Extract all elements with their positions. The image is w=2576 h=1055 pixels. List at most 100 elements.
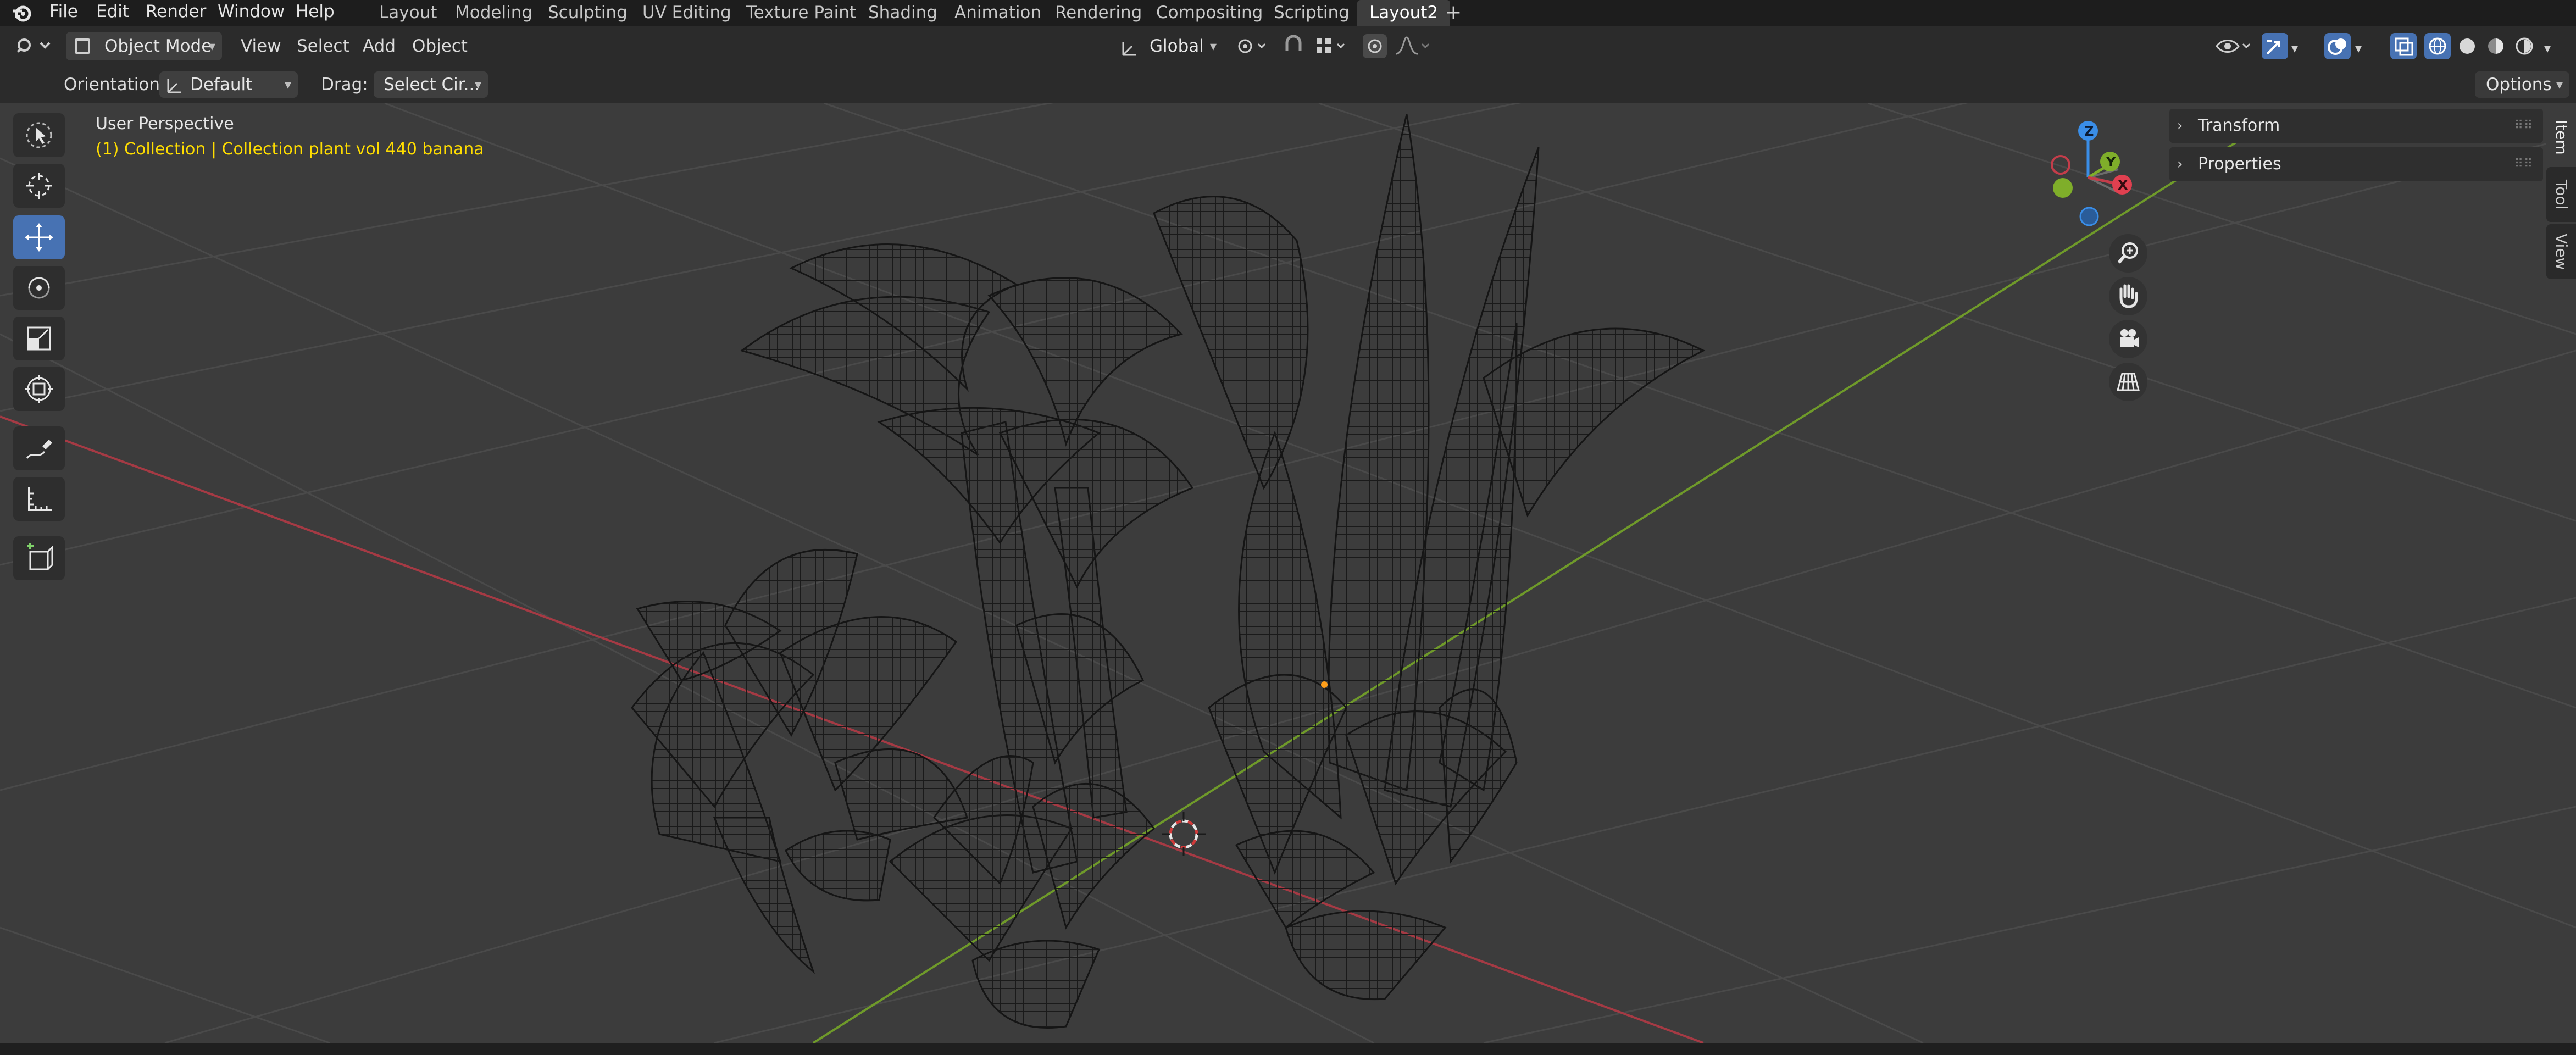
tab-item[interactable]: Item: [2546, 110, 2576, 165]
tab-compositing[interactable]: Compositing: [1156, 0, 1263, 26]
tab-layout[interactable]: Layout: [379, 0, 437, 26]
camera-icon: [2120, 329, 2139, 347]
plant-right[interactable]: [1153, 114, 1706, 1001]
measure-ruler-icon: [28, 487, 52, 511]
gizmo-neg-x-icon[interactable]: [2051, 155, 2070, 175]
shading-solid-icon[interactable]: [2454, 33, 2480, 59]
add-cube-icon: [27, 543, 53, 570]
rotate-tool-button[interactable]: [13, 266, 65, 310]
menu-window[interactable]: Window: [218, 0, 285, 23]
gizmo-y-label: Y: [2106, 154, 2116, 170]
mode-dropdown[interactable]: Object Mode ▾: [66, 32, 222, 60]
visibility-icon[interactable]: [2214, 34, 2253, 58]
zoom-button[interactable]: [2109, 234, 2147, 273]
overlays-dropdown-icon[interactable]: ▾: [2355, 41, 2362, 56]
tab-modeling[interactable]: Modeling: [455, 0, 532, 26]
tab-sculpting[interactable]: Sculpting: [548, 0, 628, 26]
menu-object[interactable]: Object: [412, 32, 468, 60]
snap-toggle-icon[interactable]: [1281, 34, 1306, 58]
gizmo-neg-z-icon[interactable]: [2079, 207, 2099, 226]
annotate-tool-button[interactable]: [13, 426, 65, 470]
scene-canvas[interactable]: [0, 103, 2576, 1043]
select-tool-button[interactable]: [13, 113, 65, 157]
gizmo-toggle-icon[interactable]: [2262, 33, 2288, 59]
tab-tool[interactable]: Tool: [2546, 167, 2576, 222]
collection-info-label: (1) Collection | Collection plant vol 44…: [96, 140, 484, 159]
drag-handle-icon[interactable]: ⠿⠿: [2514, 109, 2533, 143]
menu-view[interactable]: View: [241, 32, 281, 60]
tab-layout2[interactable]: Layout2: [1357, 0, 1451, 26]
properties-panel-header[interactable]: › Properties ⠿⠿: [2169, 147, 2543, 181]
3d-viewport[interactable]: User Perspective (1) Collection | Collec…: [0, 103, 2576, 1043]
menu-edit[interactable]: Edit: [96, 0, 129, 23]
editor-type-button[interactable]: [12, 33, 56, 60]
shading-material-icon[interactable]: [2483, 33, 2509, 59]
falloff-icon[interactable]: [1394, 34, 1432, 58]
pan-hand-icon: [2119, 284, 2138, 308]
scale-tool-button[interactable]: [13, 316, 65, 360]
object-mode-icon: [75, 38, 90, 54]
proportional-edit-icon[interactable]: [1363, 34, 1387, 58]
chevron-down-icon: ▾: [284, 77, 291, 92]
shading-dropdown-icon[interactable]: ▾: [2544, 41, 2551, 56]
gizmo-z-label: Z: [2084, 124, 2094, 139]
measure-tool-button[interactable]: [13, 477, 65, 521]
xray-toggle-icon[interactable]: [2390, 33, 2417, 59]
tab-uv-editing[interactable]: UV Editing: [642, 0, 731, 26]
snap-target-icon[interactable]: [1313, 34, 1348, 58]
transform-panel-header[interactable]: › Transform ⠿⠿: [2169, 109, 2543, 143]
3d-cursor-tool-icon: [26, 173, 52, 199]
chevron-right-icon: ›: [2177, 156, 2183, 173]
tool-settings-bar: Orientation: Default ▾ Drag: Select Cir.…: [0, 67, 2576, 103]
viewport-header: Object Mode ▾ View Select Add Object Glo…: [0, 26, 2576, 67]
transform-panel-title: Transform: [2198, 116, 2280, 135]
pan-button[interactable]: [2109, 277, 2147, 315]
drag-dropdown[interactable]: Select Cir... ▾: [374, 71, 488, 98]
move-tool-button[interactable]: [13, 215, 65, 259]
menu-file[interactable]: File: [49, 0, 78, 23]
tab-view[interactable]: View: [2546, 224, 2576, 279]
blender-logo-icon[interactable]: [11, 2, 33, 24]
tab-scripting[interactable]: Scripting: [1274, 0, 1350, 26]
drag-value: Select Cir...: [384, 75, 480, 95]
cursor-select-icon: [26, 122, 52, 148]
menu-add[interactable]: Add: [363, 32, 396, 60]
orientation-label: Orientation:: [64, 75, 166, 95]
menu-render[interactable]: Render: [146, 0, 206, 23]
menu-select[interactable]: Select: [297, 32, 349, 60]
perspective-grid-icon: [2117, 373, 2140, 391]
options-button[interactable]: Options ▾: [2475, 71, 2569, 98]
perspective-toggle-button[interactable]: [2109, 363, 2147, 401]
menu-help[interactable]: Help: [296, 0, 335, 23]
gizmo-dropdown-icon[interactable]: ▾: [2291, 41, 2298, 56]
add-workspace-icon[interactable]: +: [1445, 0, 1462, 25]
shading-wireframe-icon[interactable]: [2424, 33, 2451, 59]
navigation-gizmo[interactable]: Z Y X: [2028, 114, 2148, 235]
orientation-dropdown[interactable]: Default ▾: [159, 71, 298, 98]
drag-label: Drag:: [321, 75, 368, 95]
tab-texture-paint[interactable]: Texture Paint: [746, 0, 856, 26]
tab-animation[interactable]: Animation: [954, 0, 1041, 26]
pivot-point-icon[interactable]: [1234, 34, 1269, 58]
gizmo-neg-y-icon[interactable]: [2053, 178, 2073, 198]
chevron-down-icon: ▾: [474, 77, 481, 92]
annotate-pencil-icon: [26, 440, 52, 459]
chevron-right-icon: ›: [2177, 118, 2183, 134]
overlays-toggle-icon[interactable]: [2324, 33, 2351, 59]
properties-panel-title: Properties: [2198, 154, 2281, 174]
transform-orientation-dropdown[interactable]: Global ▾: [1110, 32, 1223, 60]
plant-left[interactable]: [631, 548, 968, 974]
transform-icon: [25, 375, 53, 403]
transform-tool-button[interactable]: [13, 367, 65, 411]
cursor-tool-button[interactable]: [13, 164, 65, 208]
camera-view-button[interactable]: [2109, 320, 2147, 358]
orientation-value: Global: [1150, 36, 1204, 56]
drag-handle-icon[interactable]: ⠿⠿: [2514, 147, 2533, 181]
rotate-icon: [28, 277, 50, 299]
tab-rendering[interactable]: Rendering: [1055, 0, 1142, 26]
tab-shading[interactable]: Shading: [868, 0, 937, 26]
y-axis-line: [812, 113, 2281, 1043]
add-cube-tool-button[interactable]: [13, 536, 65, 580]
shading-rendered-icon[interactable]: [2511, 33, 2538, 59]
scale-icon: [27, 326, 51, 351]
